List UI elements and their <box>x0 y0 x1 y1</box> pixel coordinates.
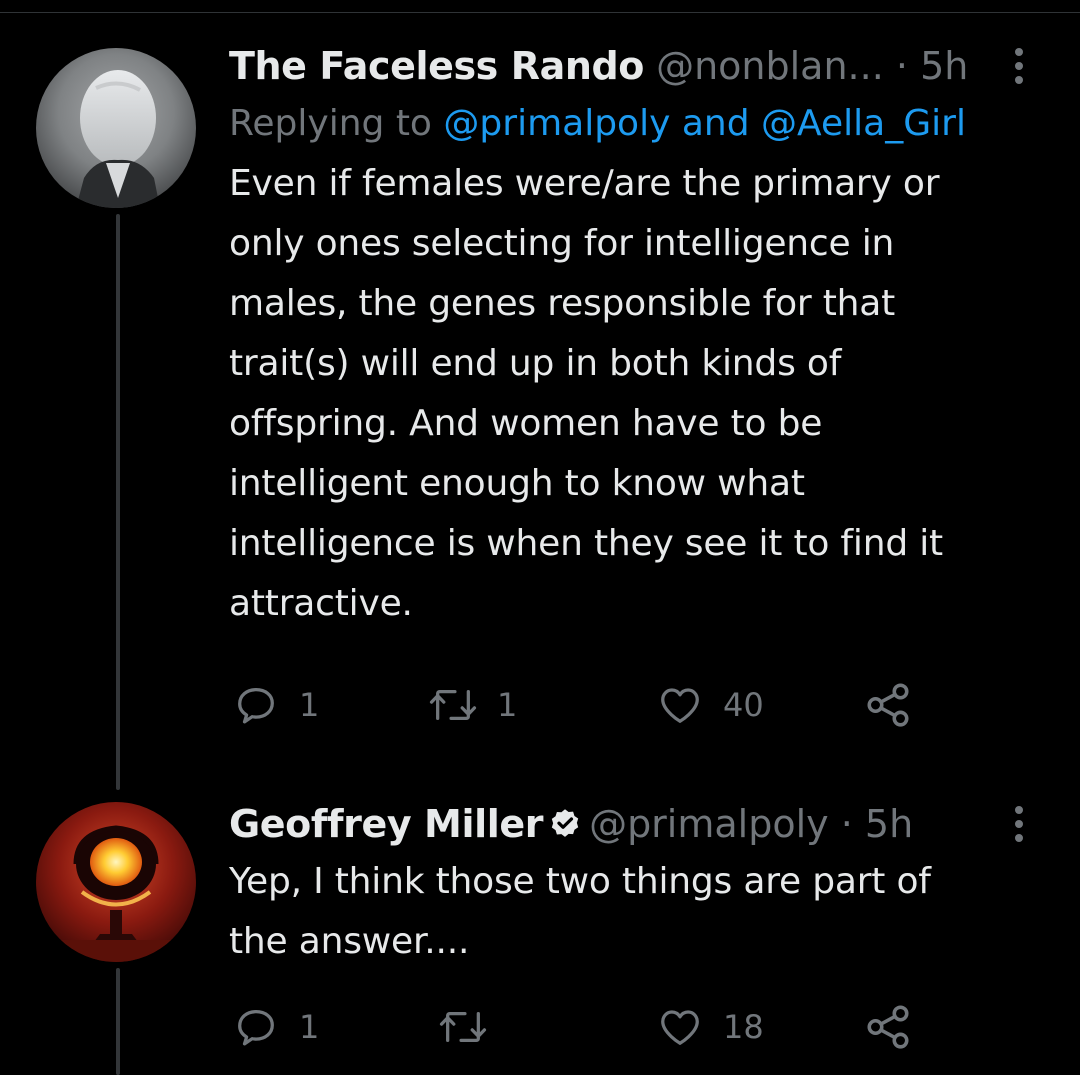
replying-to: Replying to @primalpoly and @Aella_Girl <box>229 94 1049 154</box>
share-button[interactable] <box>863 680 913 730</box>
avatar-image <box>36 802 196 962</box>
like-icon <box>661 1010 699 1045</box>
reply-count: 1 <box>299 686 320 724</box>
like-count: 40 <box>723 686 764 724</box>
avatar-geoffrey-miller[interactable] <box>36 802 196 962</box>
share-icon <box>867 683 909 727</box>
retweet-button[interactable] <box>435 1002 507 1052</box>
tweet-1[interactable]: The Faceless Rando @nonblan... · 5h Repl… <box>229 38 1049 634</box>
tweet-1-actions: 1 1 40 <box>229 680 929 730</box>
reply-count: 1 <box>299 1008 320 1046</box>
share-icon <box>867 1005 909 1049</box>
tweet-2-actions: 1 18 <box>229 1002 929 1052</box>
reply-button[interactable]: 1 <box>229 1002 319 1052</box>
reply-icon <box>238 1010 274 1046</box>
reply-button[interactable]: 1 <box>229 680 319 730</box>
more-icon[interactable] <box>1009 804 1029 844</box>
like-button[interactable]: 40 <box>653 680 764 730</box>
like-button[interactable]: 18 <box>653 1002 764 1052</box>
verified-badge-icon <box>551 809 579 837</box>
thread-line-2 <box>116 968 120 1075</box>
top-divider <box>0 12 1080 13</box>
thread-line-1 <box>116 214 120 790</box>
replying-user-primalpoly[interactable]: @primalpoly <box>443 103 670 144</box>
avatar-faceless-rando[interactable] <box>36 48 196 208</box>
retweet-icon <box>439 1011 487 1043</box>
tweet-header: Geoffrey Miller @primalpoly · 5h <box>229 796 1049 852</box>
replying-user-aella[interactable]: @Aella_Girl <box>761 103 966 144</box>
reply-icon <box>238 688 274 724</box>
handle[interactable]: @primalpoly <box>589 802 829 846</box>
like-icon <box>661 688 699 723</box>
more-icon[interactable] <box>1009 46 1029 86</box>
replying-prefix: Replying to <box>229 103 432 144</box>
separator: · <box>895 44 908 88</box>
tweet-header: The Faceless Rando @nonblan... · 5h <box>229 38 1049 94</box>
replying-and: and <box>681 103 750 144</box>
separator: · <box>840 802 853 846</box>
tweet-2[interactable]: Geoffrey Miller @primalpoly · 5h Yep, I … <box>229 796 1049 972</box>
tweet-text: Even if females were/are the primary or … <box>229 163 943 624</box>
retweet-icon <box>429 689 477 721</box>
retweet-count: 1 <box>497 686 518 724</box>
timestamp[interactable]: 5h <box>865 802 913 846</box>
like-count: 18 <box>723 1008 764 1046</box>
avatar-image <box>36 48 196 208</box>
retweet-button[interactable]: 1 <box>425 680 517 730</box>
timestamp[interactable]: 5h <box>920 44 968 88</box>
tweet-text: Yep, I think those two things are part o… <box>229 861 931 962</box>
display-name[interactable]: Geoffrey Miller <box>229 802 543 846</box>
handle[interactable]: @nonblan... <box>656 44 884 88</box>
share-button[interactable] <box>863 1002 913 1052</box>
display-name[interactable]: The Faceless Rando <box>229 44 644 88</box>
